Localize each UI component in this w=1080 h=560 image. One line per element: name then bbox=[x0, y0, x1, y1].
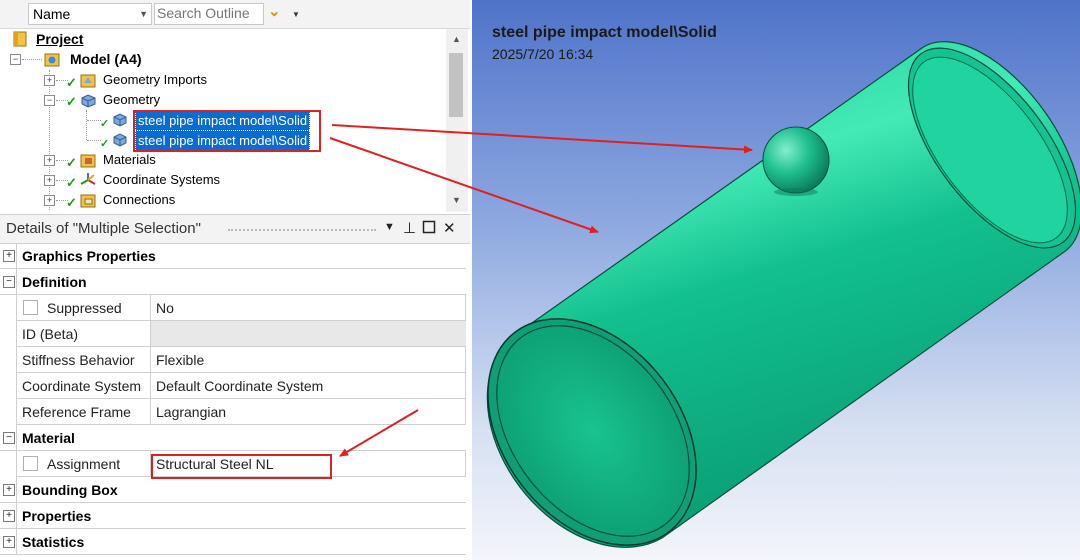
outline-scrollbar[interactable]: ▲ ▼ bbox=[446, 29, 468, 212]
solid-body-icon bbox=[113, 113, 127, 127]
close-icon[interactable]: ✕ bbox=[443, 219, 456, 237]
geometry-icon bbox=[81, 94, 96, 108]
prop-name: ID (Beta) bbox=[22, 326, 79, 342]
connections-icon bbox=[80, 194, 96, 208]
impact-ball[interactable] bbox=[762, 126, 830, 194]
tree-item-geometry[interactable]: − ✓ Geometry bbox=[0, 90, 446, 110]
collapse-toggle[interactable]: − bbox=[3, 276, 15, 288]
tree-item-label: Coordinate Systems bbox=[103, 172, 221, 187]
search-outline-input[interactable] bbox=[157, 4, 261, 22]
prop-value[interactable]: Lagrangian bbox=[156, 404, 226, 420]
prop-row-suppressed[interactable]: Suppressed No bbox=[16, 295, 466, 321]
scroll-down-icon[interactable]: ▼ bbox=[452, 195, 461, 205]
prop-value-empty bbox=[151, 321, 466, 346]
outline-toolbar: Name ▼ ⌄ ▼ bbox=[0, 0, 470, 29]
expand-toggle[interactable]: + bbox=[3, 250, 15, 262]
solid-body-icon bbox=[113, 133, 127, 147]
expand-toggle[interactable]: + bbox=[3, 510, 15, 522]
project-icon bbox=[13, 31, 27, 47]
model-icon bbox=[44, 53, 60, 67]
group-title: Statistics bbox=[22, 534, 85, 550]
tree-item-label: Model (A4) bbox=[70, 51, 142, 67]
tree-item-label: Materials bbox=[103, 152, 156, 167]
expand-toggle[interactable]: + bbox=[44, 195, 55, 206]
prop-name: Coordinate System bbox=[22, 378, 142, 394]
tree-item-label: Connections bbox=[103, 192, 176, 207]
group-bounding-box[interactable]: + Bounding Box bbox=[0, 477, 466, 503]
prop-name: Assignment bbox=[47, 456, 121, 472]
prop-name: Reference Frame bbox=[22, 404, 131, 420]
check-status-icon: ✓ bbox=[66, 195, 77, 210]
check-status-icon: ✓ bbox=[66, 94, 77, 109]
expand-toggle[interactable]: + bbox=[3, 536, 15, 548]
collapse-toggle[interactable]: − bbox=[3, 432, 15, 444]
group-title: Definition bbox=[22, 274, 87, 290]
geometry-imports-icon bbox=[80, 74, 96, 88]
left-panel: Name ▼ ⌄ ▼ Project − Model (A4) bbox=[0, 0, 470, 560]
chevron-down-icon[interactable]: ⌄ bbox=[268, 2, 281, 20]
expand-toggle[interactable]: + bbox=[44, 175, 55, 186]
details-title: Details of "Multiple Selection" bbox=[6, 220, 201, 237]
scroll-up-icon[interactable]: ▲ bbox=[452, 34, 461, 44]
maximize-icon[interactable] bbox=[422, 220, 436, 238]
tree-item-materials[interactable]: + ✓ Materials bbox=[0, 150, 446, 170]
tree-item-label: Geometry bbox=[103, 92, 161, 107]
materials-icon bbox=[80, 154, 96, 168]
group-properties[interactable]: + Properties bbox=[0, 503, 466, 529]
tree-item-connections[interactable]: + ✓ Connections bbox=[0, 190, 446, 210]
coordinate-systems-icon bbox=[80, 173, 96, 185]
tree-item-model[interactable]: − Model (A4) bbox=[0, 49, 446, 69]
group-graphics-properties[interactable]: + Graphics Properties bbox=[0, 243, 466, 269]
name-column-label: Name bbox=[33, 6, 71, 22]
pin-icon[interactable]: ⊥ bbox=[403, 219, 416, 237]
details-header: Details of "Multiple Selection" ▼ ⊥ ✕ bbox=[0, 214, 470, 244]
collapse-toggle[interactable]: − bbox=[10, 54, 21, 65]
tree-item-label: Geometry Imports bbox=[103, 72, 208, 87]
search-outline-box[interactable] bbox=[154, 3, 264, 25]
prop-value[interactable]: Flexible bbox=[156, 352, 204, 368]
prop-row-reference-frame[interactable]: Reference Frame Lagrangian bbox=[16, 399, 466, 425]
prop-row-id: ID (Beta) bbox=[16, 321, 466, 347]
tree-item-coordinate-systems[interactable]: + ✓ Coordinate Systems bbox=[0, 170, 446, 190]
search-options-dropdown-icon[interactable]: ▼ bbox=[292, 10, 300, 19]
expand-toggle[interactable]: + bbox=[44, 155, 55, 166]
prop-value[interactable]: Default Coordinate System bbox=[156, 378, 323, 394]
dropdown-arrow-icon[interactable]: ▼ bbox=[384, 221, 395, 233]
assignment-highlight-box bbox=[151, 454, 332, 479]
group-material[interactable]: − Material bbox=[0, 425, 466, 451]
assignment-checkbox[interactable] bbox=[23, 456, 38, 471]
collapse-toggle[interactable]: − bbox=[44, 95, 55, 106]
prop-row-stiffness-behavior[interactable]: Stiffness Behavior Flexible bbox=[16, 347, 466, 373]
tree-item-label: Project bbox=[36, 31, 84, 47]
group-definition[interactable]: − Definition bbox=[0, 269, 466, 295]
group-title: Bounding Box bbox=[22, 482, 118, 498]
graphics-viewport[interactable]: steel pipe impact model\Solid 2025/7/20 … bbox=[472, 0, 1080, 560]
tree-item-project[interactable]: Project bbox=[0, 29, 446, 49]
prop-name: Suppressed bbox=[47, 300, 122, 316]
scrollbar-thumb[interactable] bbox=[449, 53, 463, 117]
group-title: Graphics Properties bbox=[22, 248, 156, 264]
group-statistics[interactable]: + Statistics bbox=[0, 529, 466, 555]
prop-row-coordinate-system[interactable]: Coordinate System Default Coordinate Sys… bbox=[16, 373, 466, 399]
suppressed-checkbox[interactable] bbox=[23, 300, 38, 315]
prop-name: Stiffness Behavior bbox=[22, 352, 135, 368]
group-title: Properties bbox=[22, 508, 92, 524]
dropdown-arrow-icon[interactable]: ▼ bbox=[139, 9, 148, 19]
expand-toggle[interactable]: + bbox=[3, 484, 15, 496]
group-title: Material bbox=[22, 430, 75, 446]
name-column-filter[interactable]: Name ▼ bbox=[28, 3, 152, 25]
tree-item-geometry-imports[interactable]: + ✓ Geometry Imports bbox=[0, 70, 446, 90]
tree-selection-highlight-box bbox=[133, 110, 321, 152]
expand-toggle[interactable]: + bbox=[44, 75, 55, 86]
pipe-model[interactable] bbox=[472, 0, 1080, 560]
prop-value[interactable]: No bbox=[156, 300, 174, 316]
